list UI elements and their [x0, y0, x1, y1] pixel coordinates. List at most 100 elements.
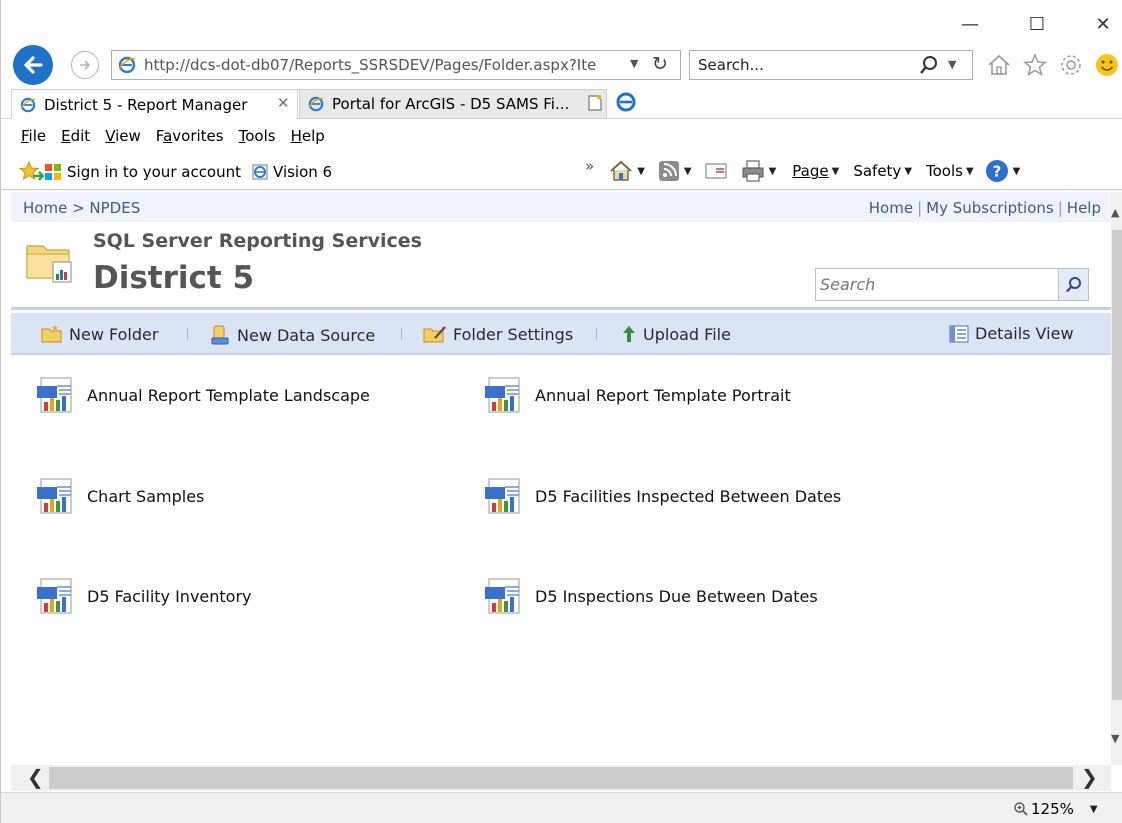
- tools-menu[interactable]: Tools ▼: [926, 162, 974, 180]
- refresh-icon[interactable]: ↻: [652, 53, 668, 75]
- browser-search-placeholder: Search...: [698, 56, 764, 74]
- upload-file-button[interactable]: Upload File: [621, 324, 731, 344]
- browser-search-input[interactable]: Search... ▼: [689, 50, 973, 80]
- home-icon[interactable]: [986, 52, 1012, 78]
- menu-bar: File Edit View Favorites Tools Help: [1, 122, 1122, 150]
- report-item[interactable]: D5 Inspections Due Between Dates: [483, 577, 818, 615]
- overflow-chevron[interactable]: »: [585, 157, 594, 175]
- minimize-button[interactable]: —: [958, 12, 982, 36]
- vertical-scroll-thumb[interactable]: [1112, 230, 1122, 700]
- report-search-box: [815, 268, 1089, 301]
- menu-view[interactable]: View: [105, 127, 141, 145]
- home-link[interactable]: Home: [869, 199, 913, 217]
- search-icon: [1065, 276, 1081, 292]
- report-search-input[interactable]: [816, 269, 1056, 300]
- vision6-link[interactable]: Vision 6: [251, 163, 332, 181]
- tab-portal-arcgis[interactable]: Portal for ArcGIS - D5 SAMS Fi...: [299, 89, 607, 119]
- menu-file[interactable]: File: [21, 127, 46, 145]
- folder-settings-button[interactable]: Folder Settings: [423, 324, 573, 344]
- chevron-down-icon[interactable]: ▼: [630, 57, 638, 70]
- menu-tools[interactable]: Tools: [239, 127, 276, 145]
- new-tab-icon[interactable]: [585, 93, 605, 113]
- favorites-star-icon[interactable]: [19, 160, 45, 184]
- report-item[interactable]: Annual Report Template Portrait: [483, 376, 791, 414]
- chevron-down-icon[interactable]: ▼: [948, 58, 956, 71]
- zoom-control[interactable]: 125% ▼: [1013, 800, 1098, 818]
- report-item[interactable]: D5 Facility Inventory: [35, 577, 252, 615]
- upload-arrow-icon: [623, 326, 635, 342]
- horizontal-scroll-thumb[interactable]: [49, 767, 1073, 789]
- chevron-down-icon: ▼: [965, 165, 974, 177]
- arrow-left-icon: [24, 56, 43, 74]
- report-name: Annual Report Template Landscape: [87, 385, 370, 405]
- report-search-button[interactable]: [1058, 269, 1088, 300]
- close-icon[interactable]: ✕: [277, 94, 290, 112]
- chevron-down-icon[interactable]: ▼: [1090, 804, 1098, 815]
- ie-page-icon: [252, 164, 268, 180]
- report-name: Annual Report Template Portrait: [535, 385, 791, 405]
- forward-button[interactable]: [71, 51, 99, 79]
- help-command[interactable]: ? ▼: [984, 158, 1021, 184]
- arrow-right-icon: [80, 60, 91, 70]
- link-separator: |: [1057, 199, 1063, 217]
- vertical-scrollbar[interactable]: ▲ ▼: [1111, 192, 1122, 765]
- tab-district5[interactable]: District 5 - Report Manager ✕: [11, 89, 298, 119]
- address-bar[interactable]: http://dcs-dot-db07/Reports_SSRSDEV/Page…: [111, 50, 681, 80]
- maximize-button[interactable]: ☐: [1025, 12, 1049, 36]
- my-subscriptions-link[interactable]: My Subscriptions: [926, 199, 1054, 217]
- gear-icon[interactable]: [1058, 52, 1084, 78]
- page-menu[interactable]: Page ▼: [792, 162, 839, 180]
- smiley-icon[interactable]: [1094, 52, 1120, 78]
- mail-command[interactable]: [704, 161, 728, 181]
- new-data-source-button[interactable]: New Data Source: [209, 324, 375, 346]
- folder-settings-icon: [423, 326, 446, 343]
- report-icon: [35, 376, 77, 414]
- help-icon: ?: [985, 160, 1008, 182]
- print-command[interactable]: ▼: [740, 159, 777, 183]
- feeds-command[interactable]: ▼: [657, 159, 692, 183]
- ie-page-icon: [308, 96, 324, 112]
- ie-page-icon: [20, 97, 36, 112]
- chevron-down-icon[interactable]: ▼: [769, 166, 777, 177]
- breadcrumb[interactable]: Home > NPDES: [23, 199, 140, 217]
- microsoft-logo-icon: [45, 164, 61, 180]
- home-command[interactable]: ▼: [608, 158, 645, 184]
- safety-menu[interactable]: Safety ▼: [853, 162, 912, 180]
- rss-icon: [658, 161, 679, 181]
- star-icon[interactable]: [1022, 52, 1048, 78]
- scroll-down-icon[interactable]: ▼: [1111, 732, 1119, 745]
- report-name: Chart Samples: [87, 486, 205, 506]
- details-view-icon: [949, 325, 969, 342]
- svg-text:?: ?: [992, 163, 1001, 181]
- page-viewport: Home > NPDES Home | My Subscriptions | Help …: [11, 192, 1111, 765]
- chevron-down-icon[interactable]: ▼: [1013, 166, 1021, 177]
- chevron-down-icon: ▼: [831, 165, 840, 177]
- report-icon: [483, 477, 525, 515]
- report-item[interactable]: D5 Facilities Inspected Between Dates: [483, 477, 841, 515]
- search-icon[interactable]: [918, 54, 940, 76]
- close-button[interactable]: ✕: [1091, 12, 1115, 36]
- help-link[interactable]: Help: [1067, 199, 1101, 217]
- scroll-right-icon[interactable]: ❯: [1081, 765, 1098, 789]
- toolbar-separator: [596, 328, 597, 340]
- chevron-down-icon[interactable]: ▼: [684, 166, 692, 177]
- report-item[interactable]: Annual Report Template Landscape: [35, 376, 370, 414]
- scroll-up-icon[interactable]: ▲: [1111, 206, 1119, 219]
- sign-in-link[interactable]: Sign in to your account: [45, 163, 241, 181]
- chevron-down-icon[interactable]: ▼: [637, 166, 645, 177]
- horizontal-scrollbar[interactable]: ❮ ❯: [11, 765, 1111, 791]
- scroll-left-icon[interactable]: ❮: [27, 765, 44, 789]
- new-folder-button[interactable]: New Folder: [41, 324, 158, 344]
- menu-edit[interactable]: Edit: [61, 127, 90, 145]
- report-item[interactable]: Chart Samples: [35, 477, 204, 515]
- report-icon: [35, 477, 77, 515]
- menu-help[interactable]: Help: [291, 127, 325, 145]
- tab-strip: District 5 - Report Manager ✕ Portal for…: [1, 89, 1122, 119]
- ie-page-icon: [118, 56, 136, 74]
- zoom-level: 125%: [1031, 800, 1074, 818]
- ie-logo-icon[interactable]: [615, 91, 637, 113]
- details-view-button[interactable]: Details View: [949, 324, 1074, 343]
- back-button[interactable]: [13, 45, 53, 85]
- link-separator: |: [917, 199, 923, 217]
- menu-favorites[interactable]: Favorites: [156, 127, 224, 145]
